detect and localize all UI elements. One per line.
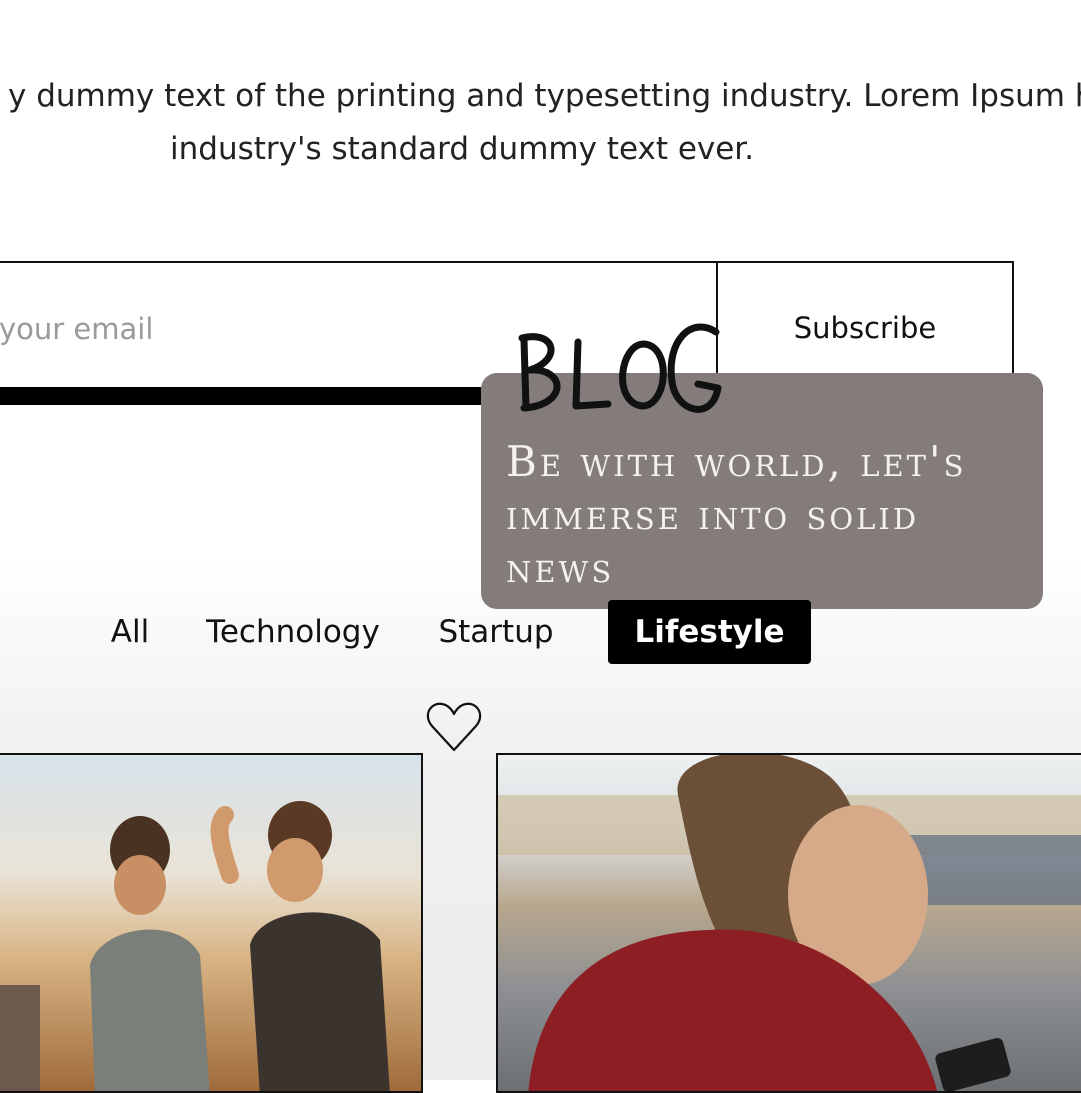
tab-all[interactable]: All [108, 600, 152, 664]
intro-line-1: y dummy text of the printing and typeset… [8, 78, 1081, 114]
subscribe-button[interactable]: Subscribe [716, 261, 1014, 385]
friends-celebrating-image [0, 801, 390, 1091]
tab-lifestyle[interactable]: Lifestyle [608, 600, 811, 664]
intro-line-2: industry's standard dummy text ever. [170, 131, 755, 167]
blog-logo [518, 323, 722, 413]
tab-startup[interactable]: Startup [434, 600, 558, 664]
post-card-friends[interactable] [0, 753, 423, 1093]
blog-tagline: Be with world, let's immerse into solid … [506, 437, 967, 592]
post-card-woman-phone[interactable] [496, 753, 1081, 1093]
heart-icon[interactable] [426, 700, 482, 754]
subscribe-button-label: Subscribe [793, 311, 937, 345]
email-field[interactable] [0, 308, 562, 350]
category-filter-tabs: All Technology Startup Lifestyle [0, 600, 1081, 670]
tab-technology[interactable]: Technology [202, 600, 384, 664]
woman-phone-image [498, 755, 1081, 1091]
decorative-bar [0, 387, 500, 405]
